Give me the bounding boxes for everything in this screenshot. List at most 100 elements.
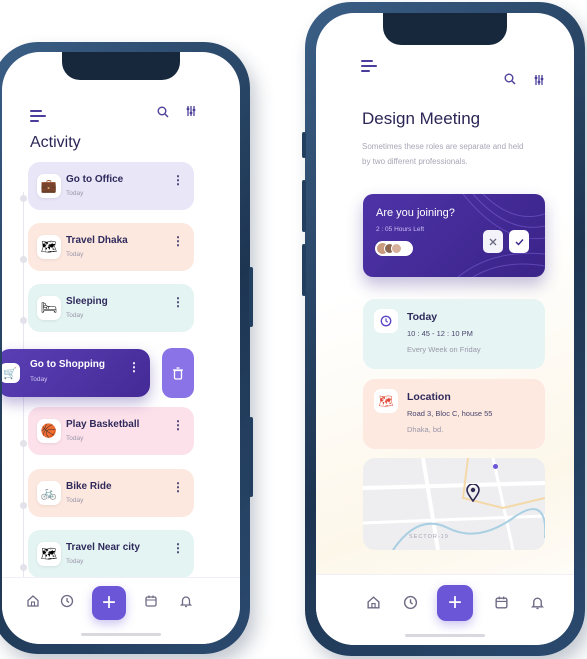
side-button	[302, 132, 306, 158]
calendar-icon[interactable]	[144, 594, 158, 612]
calendar-icon[interactable]	[494, 595, 509, 614]
location-city: Dhaka, bd.	[407, 425, 444, 434]
clock-icon	[374, 309, 398, 333]
location-card[interactable]: 🗺 Location Road 3, Bloc C, house 55 Dhak…	[363, 379, 545, 449]
activity-title: Go to Shopping	[30, 359, 105, 370]
search-icon[interactable]	[155, 104, 171, 120]
side-button	[302, 244, 306, 296]
trash-icon	[173, 366, 183, 380]
activity-subtitle: Today	[66, 190, 84, 197]
activity-title: Travel Near city	[66, 542, 140, 553]
check-icon	[515, 238, 524, 246]
menu-icon[interactable]	[361, 60, 377, 72]
activity-subtitle: Today	[66, 497, 84, 504]
activity-card[interactable]: 💼 Go to Office Today ⋮	[28, 162, 194, 210]
side-button	[249, 417, 253, 497]
left-phone: Activity 💼 Go to Office Today ⋮ 🗺 Travel Dhak…	[0, 42, 253, 654]
page-title: Activity	[30, 134, 81, 151]
activity-title: Go to Office	[66, 174, 124, 185]
right-screen: Design Meeting Sometimes these roles are…	[316, 13, 574, 645]
activity-card[interactable]: 🚲 Bike Ride Today ⋮	[28, 469, 194, 517]
bell-icon[interactable]	[179, 594, 193, 612]
join-card: Are you joining? 2 : 05 Hours Left	[363, 194, 545, 277]
activity-card[interactable]: 🗺 Travel Near city Today ⋮	[28, 530, 194, 578]
timeline-dot	[20, 440, 27, 447]
more-options-icon[interactable]: ⋮	[172, 481, 184, 493]
location-address: Road 3, Bloc C, house 55	[407, 409, 493, 418]
more-options-icon[interactable]: ⋮	[172, 542, 184, 554]
tab-bar: +	[316, 574, 574, 645]
right-phone: Design Meeting Sometimes these roles are…	[302, 2, 585, 656]
activity-card[interactable]: 🏀 Play Basketball Today ⋮	[28, 407, 194, 455]
swiped-activity-card[interactable]: 🛒 Go to Shopping Today ⋮	[2, 349, 150, 397]
filter-icon[interactable]	[531, 72, 547, 88]
activity-title: Bike Ride	[66, 481, 112, 492]
more-options-icon[interactable]: ⋮	[172, 296, 184, 308]
join-question: Are you joining?	[376, 207, 455, 219]
timeline-dot	[20, 564, 27, 571]
activity-title: Sleeping	[66, 296, 108, 307]
activity-subtitle: Today	[66, 251, 84, 258]
map-icon: 🗺	[37, 542, 61, 566]
home-icon[interactable]	[366, 595, 381, 614]
timeline-dot	[20, 195, 27, 202]
basketball-icon: 🏀	[37, 419, 61, 443]
plus-icon: +	[447, 589, 462, 616]
tab-bar: +	[2, 577, 240, 644]
location-pin-icon	[466, 483, 480, 507]
activity-subtitle: Today	[66, 558, 84, 565]
activity-subtitle: Today	[66, 435, 84, 442]
time-card[interactable]: Today 10 : 45 - 12 : 10 PM Every Week on…	[363, 299, 545, 369]
filter-icon[interactable]	[183, 103, 199, 119]
attendee-avatars	[375, 241, 413, 256]
left-screen: Activity 💼 Go to Office Today ⋮ 🗺 Travel Dhak…	[2, 52, 240, 644]
home-indicator	[81, 633, 161, 636]
bike-icon: 🚲	[37, 481, 61, 505]
timeline-dot	[20, 256, 27, 263]
activity-subtitle: Today	[66, 312, 84, 319]
home-indicator	[405, 634, 485, 637]
timeline-line	[23, 192, 24, 612]
more-options-icon[interactable]: ⋮	[128, 361, 140, 373]
home-icon[interactable]	[26, 594, 40, 612]
decline-button[interactable]	[483, 230, 503, 253]
bell-icon[interactable]	[530, 595, 545, 614]
add-button[interactable]: +	[437, 585, 473, 621]
bed-icon: 🛏	[37, 296, 61, 320]
clock-icon[interactable]	[60, 594, 74, 612]
map-icon: 🗺	[37, 235, 61, 259]
plus-icon: +	[101, 589, 116, 616]
notch	[383, 13, 507, 45]
page-title: Design Meeting	[362, 109, 481, 128]
time-range: 10 : 45 - 12 : 10 PM	[407, 329, 473, 338]
map-icon: 🗺	[374, 389, 398, 413]
add-button[interactable]: +	[92, 586, 126, 620]
activity-card[interactable]: 🗺 Travel Dhaka Today ⋮	[28, 223, 194, 271]
clock-icon[interactable]	[403, 595, 418, 614]
cart-icon: 🛒	[2, 363, 20, 383]
activity-subtitle: Today	[30, 376, 48, 383]
search-icon[interactable]	[502, 71, 518, 87]
briefcase-icon: 💼	[37, 174, 61, 198]
join-time-left: 2 : 05 Hours Left	[376, 226, 425, 233]
activity-card[interactable]: 🛏 Sleeping Today ⋮	[28, 284, 194, 332]
timeline-dot	[20, 317, 27, 324]
map-view[interactable]: SECTOR-19	[363, 458, 545, 550]
delete-button[interactable]	[162, 348, 194, 398]
avatar	[391, 243, 402, 254]
more-options-icon[interactable]: ⋮	[172, 235, 184, 247]
notch	[62, 52, 180, 80]
map-marker	[493, 464, 498, 469]
more-options-icon[interactable]: ⋮	[172, 174, 184, 186]
side-button	[249, 267, 253, 327]
menu-icon[interactable]	[30, 110, 46, 122]
more-options-icon[interactable]: ⋮	[172, 419, 184, 431]
activity-title: Play Basketball	[66, 419, 140, 430]
page-description: Sometimes these roles are separate and h…	[362, 142, 524, 166]
time-card-title: Today	[407, 311, 438, 323]
close-icon	[489, 238, 497, 245]
timeline-dot	[20, 502, 27, 509]
activity-title: Travel Dhaka	[66, 235, 128, 246]
accept-button[interactable]	[509, 230, 529, 253]
side-button	[302, 180, 306, 232]
